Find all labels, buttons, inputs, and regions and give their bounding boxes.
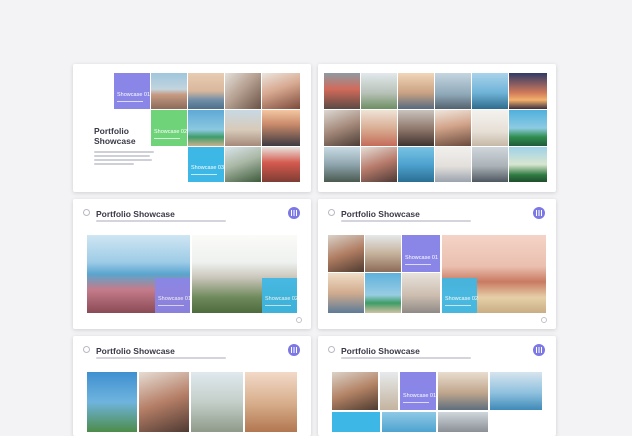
text-line [94, 159, 152, 161]
tile-label: Showcase 01 [403, 393, 437, 399]
tile-showcase-03: Showcase 03 [188, 147, 224, 182]
page-title: Portfolio Showcase [94, 126, 136, 146]
photo [509, 147, 547, 182]
photo [472, 147, 508, 182]
brand-logo-icon [533, 207, 545, 219]
photo [472, 73, 508, 109]
text-line [94, 155, 150, 157]
photo [324, 110, 360, 146]
section-icon [83, 209, 90, 216]
photo [435, 73, 471, 109]
slide-title: Portfolio Showcase [96, 346, 175, 356]
tile-caption-line [154, 137, 180, 139]
tile-label: Showcase 02 [445, 296, 479, 302]
tile-caption-line [445, 304, 471, 306]
slide-thumbnail-2[interactable] [318, 64, 556, 192]
tile-label: Showcase 01 [405, 255, 439, 261]
section-icon [83, 346, 90, 353]
page-number-icon [296, 317, 302, 323]
photo [380, 372, 398, 410]
tile-showcase-02: Showcase 02 [442, 278, 479, 313]
brand-logo-icon [533, 344, 545, 356]
photo [398, 73, 434, 109]
photo [361, 110, 397, 146]
tile-showcase-01: Showcase 01 [400, 372, 436, 410]
photo [324, 73, 360, 109]
photo [365, 235, 401, 272]
photo [328, 273, 364, 313]
tile-showcase-01: Showcase 01 [402, 235, 440, 272]
slide-thumbnail-3[interactable]: Portfolio Showcase Showcase 01 Showcase … [73, 199, 311, 329]
photo [191, 372, 243, 432]
page-number-icon [541, 317, 547, 323]
photo [332, 412, 380, 432]
photo [438, 412, 488, 432]
slide-title: Portfolio Showcase [96, 209, 175, 219]
photo [332, 372, 378, 410]
tile-caption-line [403, 401, 429, 403]
photo [188, 73, 224, 109]
tile-showcase-01: Showcase 01 [114, 73, 150, 109]
photo [151, 73, 187, 109]
photo [435, 147, 471, 182]
slide-thumbnail-1[interactable]: Showcase 01 Showcase 02 Portfolio Showcas… [73, 64, 311, 192]
tile-label: Showcase 01 [158, 296, 192, 302]
tile-label: Showcase 02 [265, 296, 299, 302]
photo [398, 147, 434, 182]
photo [225, 110, 261, 146]
section-icon [328, 209, 335, 216]
photo [509, 110, 547, 146]
tile-showcase-02: Showcase 02 [262, 278, 299, 313]
photo [225, 147, 261, 182]
slide-thumbnail-6[interactable]: Portfolio Showcase Showcase 01 [318, 336, 556, 436]
photo [324, 147, 360, 182]
subtitle-line [341, 220, 471, 222]
tile-caption-line [191, 173, 217, 175]
tile-showcase-02: Showcase 02 [151, 110, 187, 146]
photo [398, 110, 434, 146]
photo [365, 273, 401, 313]
tile-showcase-01: Showcase 01 [155, 278, 192, 313]
slide-thumbnail-5[interactable]: Portfolio Showcase [73, 336, 311, 436]
photo [438, 372, 488, 410]
text-line [94, 151, 154, 153]
tile-caption-line [158, 304, 184, 306]
tile-caption-line [117, 100, 143, 102]
slide-title: Portfolio Showcase [341, 346, 420, 356]
photo [262, 147, 300, 182]
subtitle-line [96, 220, 226, 222]
photo [435, 110, 471, 146]
photo [361, 147, 397, 182]
slide-title: Portfolio Showcase [341, 209, 420, 219]
photo [402, 273, 440, 313]
photo [262, 110, 300, 146]
photo [262, 73, 300, 109]
photo [509, 73, 547, 109]
photo [139, 372, 189, 432]
tile-caption-line [405, 263, 431, 265]
photo [328, 235, 364, 272]
text-line [94, 163, 134, 165]
brand-logo-icon [288, 207, 300, 219]
photo [472, 110, 508, 146]
photo [382, 412, 436, 432]
subtitle-line [341, 357, 471, 359]
slide-thumbnail-4[interactable]: Portfolio Showcase Showcase 01 Showcase … [318, 199, 556, 329]
section-icon [328, 346, 335, 353]
tile-label: Showcase 02 [154, 129, 188, 135]
photo [245, 372, 297, 432]
photo [361, 73, 397, 109]
subtitle-line [96, 357, 226, 359]
photo [188, 110, 224, 146]
photo [225, 73, 261, 109]
tile-label: Showcase 01 [117, 92, 151, 98]
brand-logo-icon [288, 344, 300, 356]
photo [490, 372, 542, 410]
tile-caption-line [265, 304, 291, 306]
photo [87, 372, 137, 432]
tile-label: Showcase 03 [191, 165, 225, 171]
